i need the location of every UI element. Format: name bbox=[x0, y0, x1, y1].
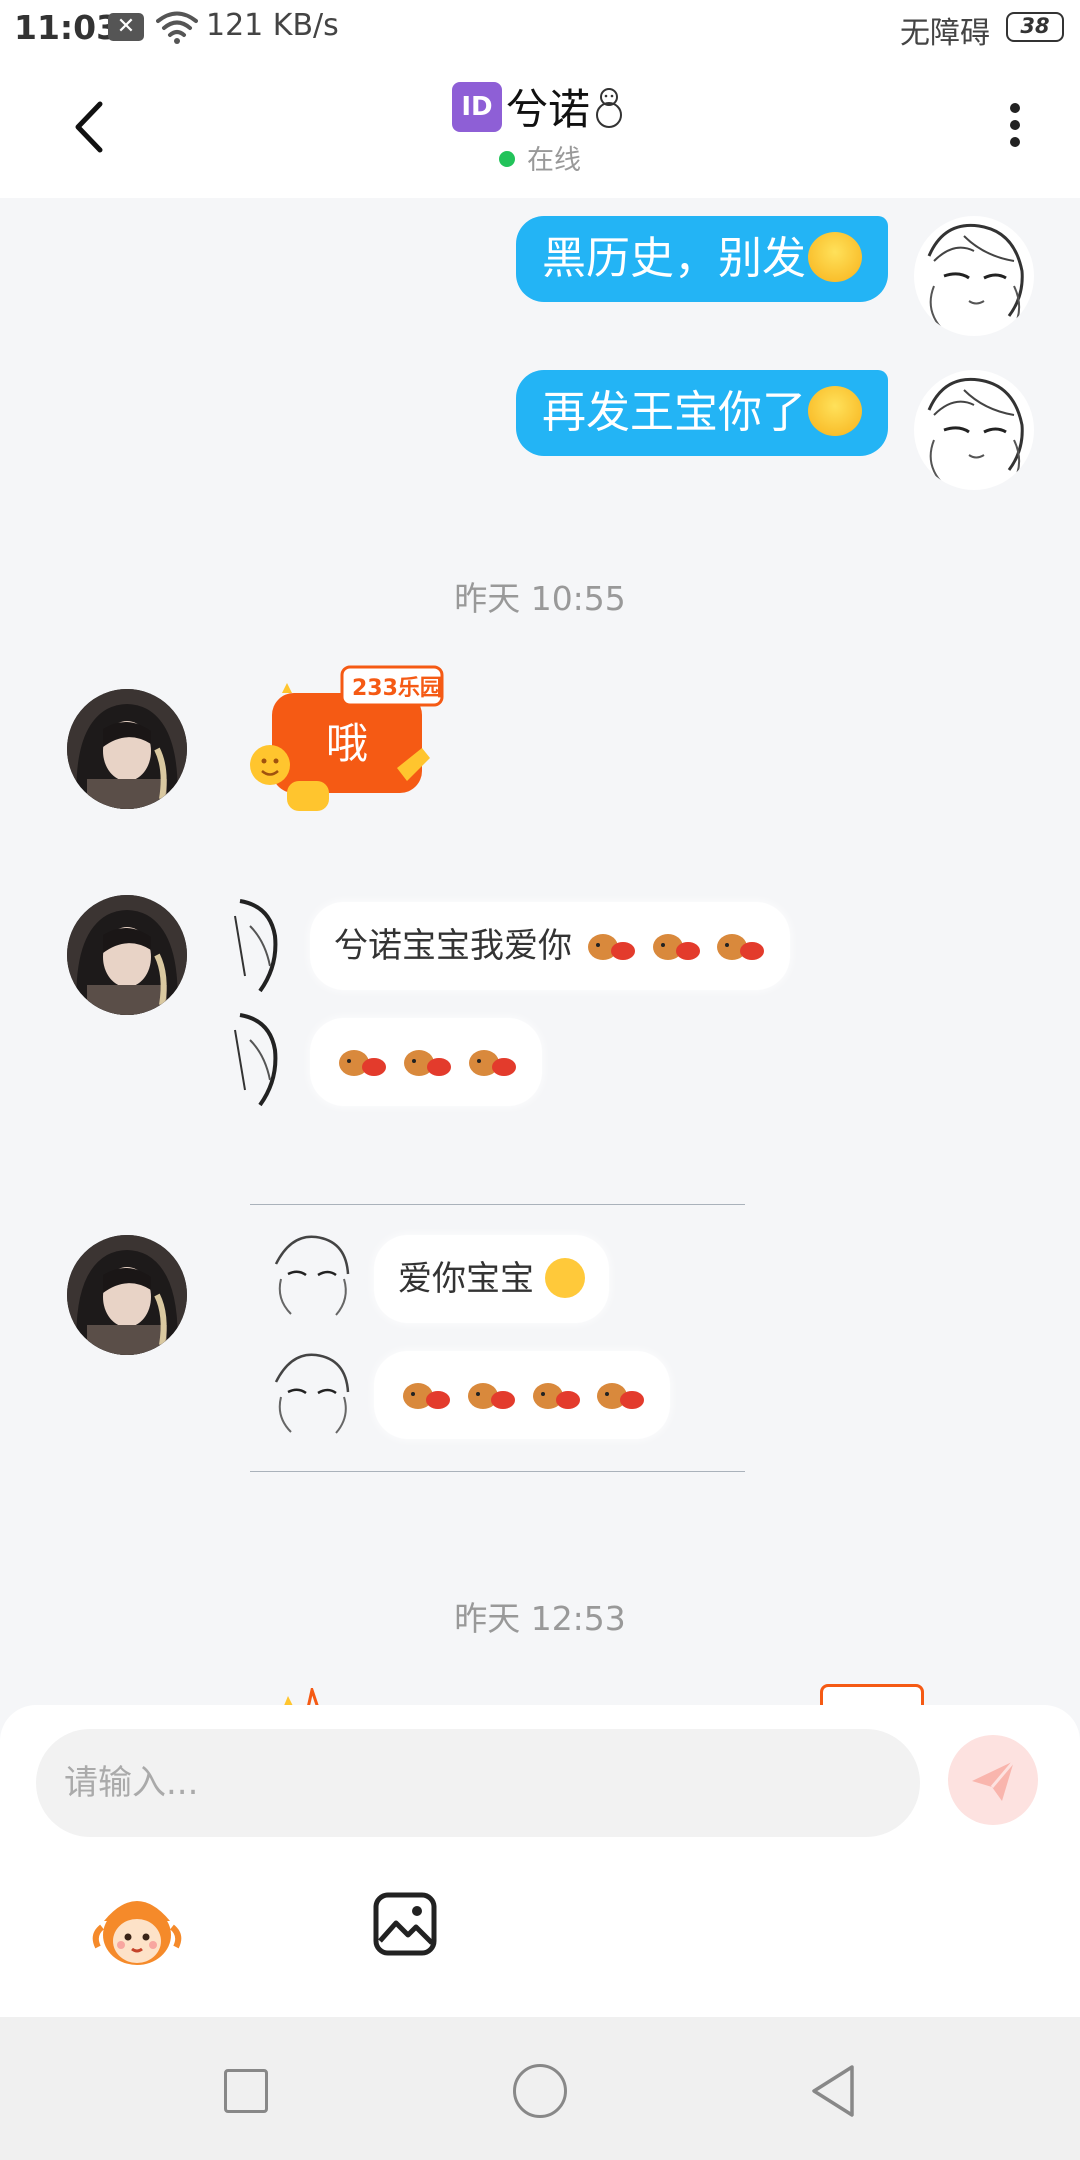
send-plane-icon bbox=[972, 1760, 1016, 1801]
image-message[interactable]: 爱你宝宝 bbox=[250, 1204, 745, 1472]
wifi-icon bbox=[156, 11, 198, 44]
message-input[interactable] bbox=[36, 1729, 920, 1837]
system-back-button[interactable] bbox=[808, 2063, 858, 2119]
timestamp-label: 昨天 10:55 bbox=[454, 579, 626, 618]
quoted-text: 兮诺宝宝我爱你 bbox=[334, 926, 572, 966]
chat-header: ID 兮诺 在线 bbox=[0, 58, 1080, 198]
sketch-avatar-icon bbox=[230, 896, 290, 996]
contact-avatar[interactable] bbox=[67, 895, 187, 1015]
message-bubble-self[interactable]: 黑历史，别发 bbox=[516, 216, 888, 302]
dog-emoji-icon bbox=[468, 1049, 516, 1076]
kiss-emoji-icon bbox=[544, 1257, 585, 1298]
dog-emoji-icon bbox=[652, 933, 700, 960]
snowman-icon bbox=[596, 87, 622, 128]
send-button[interactable] bbox=[948, 1735, 1038, 1825]
system-nav-bar bbox=[0, 2017, 1080, 2160]
sketch-avatar-icon bbox=[230, 1010, 290, 1110]
chat-message-list[interactable]: 黑历史，别发 再发王宝你了 昨天 10:55 233乐园 哦 兮诺宝宝我爱你 爱… bbox=[0, 198, 1080, 1708]
home-button[interactable] bbox=[513, 2064, 567, 2118]
more-options-button[interactable] bbox=[1000, 98, 1030, 158]
quoted-emoji-message bbox=[374, 1351, 671, 1439]
image-message[interactable]: 兮诺宝宝我爱你 bbox=[230, 888, 791, 1113]
contact-title: ID 兮诺 bbox=[0, 76, 1080, 137]
timestamp-label: 昨天 12:53 bbox=[454, 1599, 626, 1638]
dog-emoji-icon bbox=[587, 933, 635, 960]
angry-emoji-icon bbox=[808, 232, 862, 282]
dog-emoji-icon bbox=[403, 1049, 451, 1076]
message-bubble-self[interactable]: 再发王宝你了 bbox=[516, 370, 888, 456]
dog-emoji-icon bbox=[467, 1382, 515, 1409]
sticker-image: 233乐园 哦 bbox=[250, 665, 444, 811]
sketch-avatar-icon bbox=[266, 1347, 356, 1437]
sketch-avatar-icon bbox=[266, 1229, 356, 1319]
quoted-message: 爱你宝宝 bbox=[374, 1235, 609, 1323]
emoji-mascot-button[interactable] bbox=[92, 1887, 182, 1973]
angry-emoji-icon bbox=[808, 386, 862, 436]
battery-icon: 38 bbox=[1006, 12, 1064, 42]
input-panel bbox=[0, 1705, 1080, 2017]
online-status-text: 在线 bbox=[527, 145, 581, 176]
contact-photo-icon bbox=[67, 689, 187, 809]
dog-emoji-icon bbox=[597, 1382, 645, 1409]
anime-sketch-avatar-icon bbox=[927, 377, 1024, 489]
online-dot-icon bbox=[499, 150, 515, 167]
dog-emoji-icon bbox=[403, 1382, 450, 1409]
id-badge-icon: ID bbox=[451, 81, 502, 132]
quoted-message: 兮诺宝宝我爱你 bbox=[310, 902, 791, 990]
online-status: 在线 bbox=[0, 138, 1080, 177]
sticker-message[interactable]: 233乐园 哦 bbox=[242, 663, 447, 828]
message-text: 黑历史，别发 bbox=[542, 233, 806, 284]
dog-emoji-icon bbox=[717, 933, 765, 960]
contact-photo-icon bbox=[67, 895, 187, 1015]
contact-avatar[interactable] bbox=[67, 1235, 187, 1355]
contact-photo-icon bbox=[67, 1235, 187, 1355]
image-picker-icon[interactable] bbox=[372, 1891, 438, 1957]
accessibility-label: 无障碍 bbox=[900, 16, 990, 51]
network-speed: 121 KB/s bbox=[206, 8, 339, 43]
recent-apps-button[interactable] bbox=[224, 2069, 268, 2113]
anime-sketch-avatar-icon bbox=[927, 223, 1024, 335]
sticker-text: 哦 bbox=[326, 719, 368, 768]
page-title[interactable]: ID 兮诺 bbox=[451, 76, 628, 137]
contact-name: 兮诺 bbox=[505, 85, 590, 134]
contact-avatar[interactable] bbox=[67, 689, 187, 809]
self-avatar[interactable] bbox=[914, 370, 1034, 490]
quoted-text: 爱你宝宝 bbox=[398, 1259, 534, 1299]
dog-emoji-icon bbox=[532, 1382, 580, 1409]
sticker-brand: 233乐园 bbox=[352, 676, 442, 701]
message-text: 再发王宝你了 bbox=[542, 387, 806, 438]
dog-emoji-icon bbox=[339, 1049, 386, 1076]
status-bar: 11:03 ✕ 121 KB/s 无障碍 38 bbox=[0, 0, 1080, 58]
notification-x-icon: ✕ bbox=[108, 13, 144, 41]
status-time: 11:03 bbox=[14, 8, 120, 47]
quoted-emoji-message bbox=[310, 1018, 542, 1106]
self-avatar[interactable] bbox=[914, 216, 1034, 336]
